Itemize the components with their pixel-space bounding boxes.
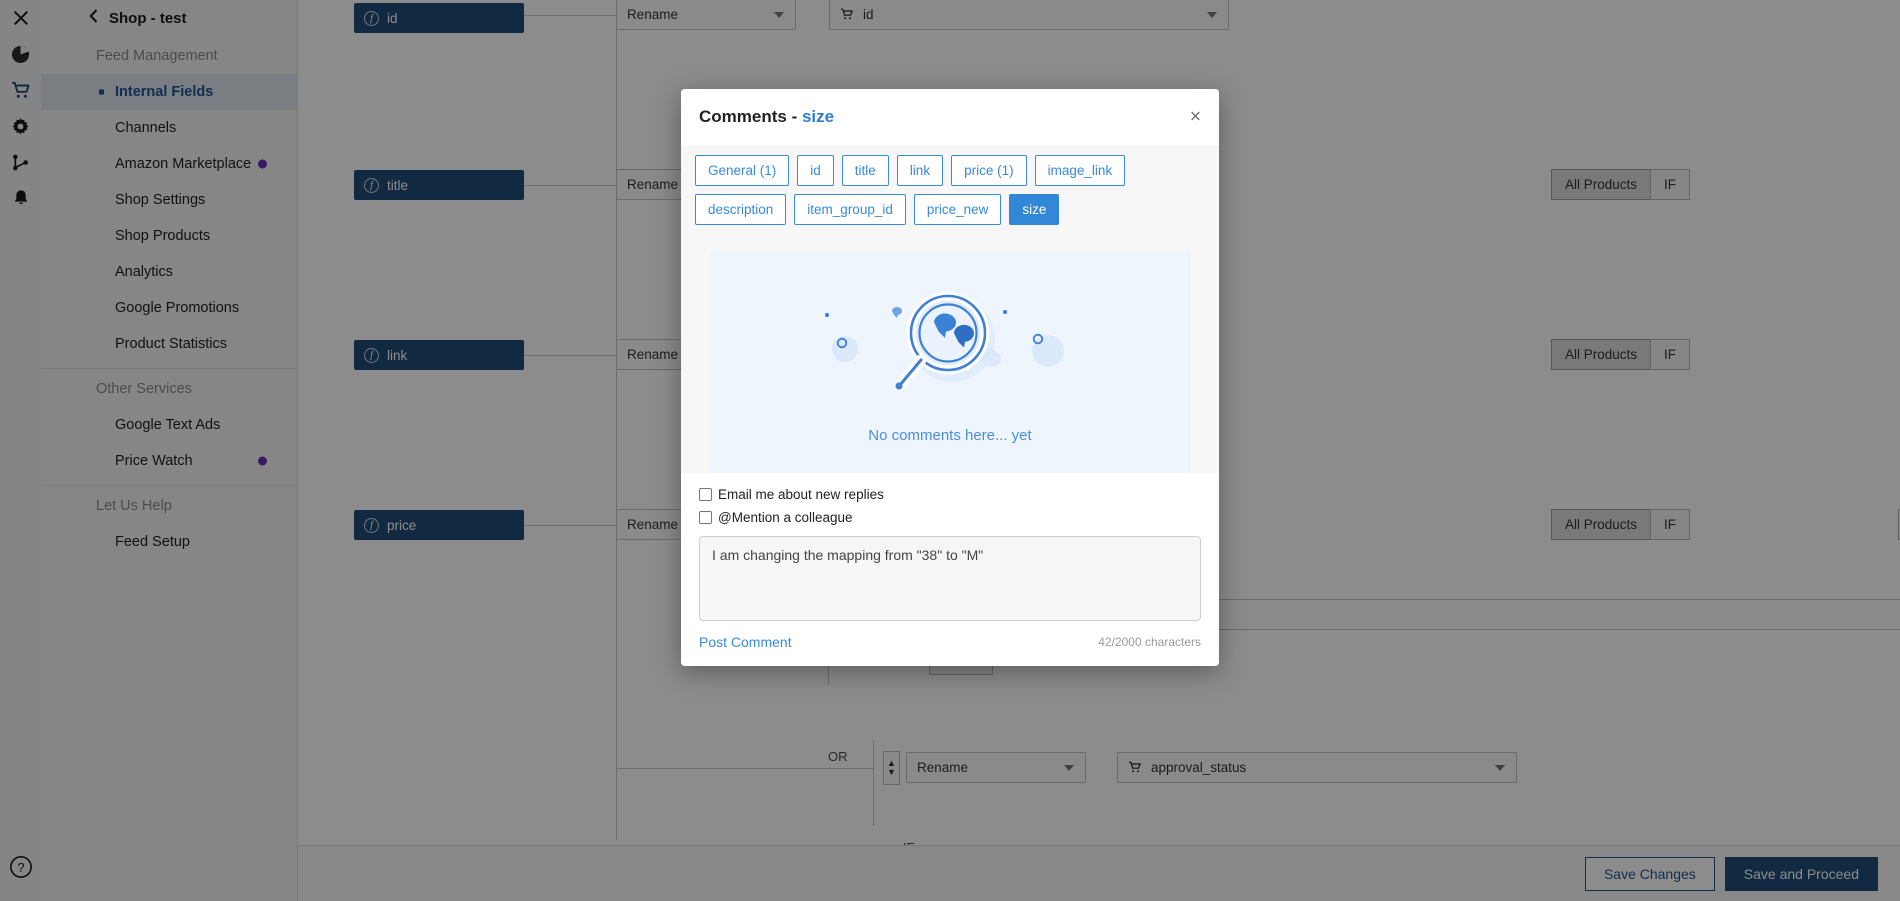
field-tabs: General (1) id title link price (1) imag… bbox=[681, 145, 1219, 237]
mention-colleague-label: @Mention a colleague bbox=[718, 510, 853, 525]
mention-colleague-checkbox[interactable] bbox=[699, 511, 712, 524]
email-replies-checkbox-row[interactable]: Email me about new replies bbox=[699, 487, 1201, 502]
tab-price[interactable]: price (1) bbox=[951, 155, 1027, 186]
tab-row-1: General (1) id title link price (1) imag… bbox=[695, 155, 1205, 186]
email-replies-label: Email me about new replies bbox=[718, 487, 884, 502]
modal-title-prefix: Comments - bbox=[699, 107, 802, 126]
tab-row-2: description item_group_id price_new size bbox=[695, 194, 1205, 225]
comments-modal: Comments - size × General (1) id title l… bbox=[681, 89, 1219, 666]
modal-title-field: size bbox=[801, 107, 835, 126]
comment-textarea[interactable] bbox=[699, 536, 1201, 621]
empty-comments-state: No comments here... yet bbox=[709, 251, 1191, 473]
app-root: ? Shop - test Feed Management Internal F… bbox=[0, 0, 1900, 901]
tab-image-link[interactable]: image_link bbox=[1034, 155, 1126, 186]
modal-header: Comments - size × bbox=[681, 89, 1219, 145]
tab-description[interactable]: description bbox=[695, 194, 787, 225]
tab-size[interactable]: size bbox=[1009, 194, 1060, 225]
close-icon[interactable]: × bbox=[1190, 108, 1201, 127]
comment-composer: Email me about new replies @Mention a co… bbox=[681, 473, 1219, 666]
post-comment-link[interactable]: Post Comment bbox=[699, 634, 792, 650]
tab-item-group-id[interactable]: item_group_id bbox=[794, 194, 906, 225]
tab-id[interactable]: id bbox=[797, 155, 834, 186]
modal-title: Comments - size bbox=[699, 107, 834, 127]
tab-link[interactable]: link bbox=[896, 155, 944, 186]
composer-footer: Post Comment 42/2000 characters bbox=[699, 634, 1201, 650]
modal-body: No comments here... yet bbox=[681, 237, 1219, 473]
character-counter: 42/2000 characters bbox=[1098, 635, 1201, 649]
email-replies-checkbox[interactable] bbox=[699, 488, 712, 501]
magnifier-comments-illustration bbox=[824, 291, 1064, 390]
empty-comments-text: No comments here... yet bbox=[868, 426, 1032, 444]
tab-general[interactable]: General (1) bbox=[695, 155, 790, 186]
mention-colleague-checkbox-row[interactable]: @Mention a colleague bbox=[699, 510, 1201, 525]
tab-title[interactable]: title bbox=[841, 155, 889, 186]
tab-price-new[interactable]: price_new bbox=[913, 194, 1002, 225]
